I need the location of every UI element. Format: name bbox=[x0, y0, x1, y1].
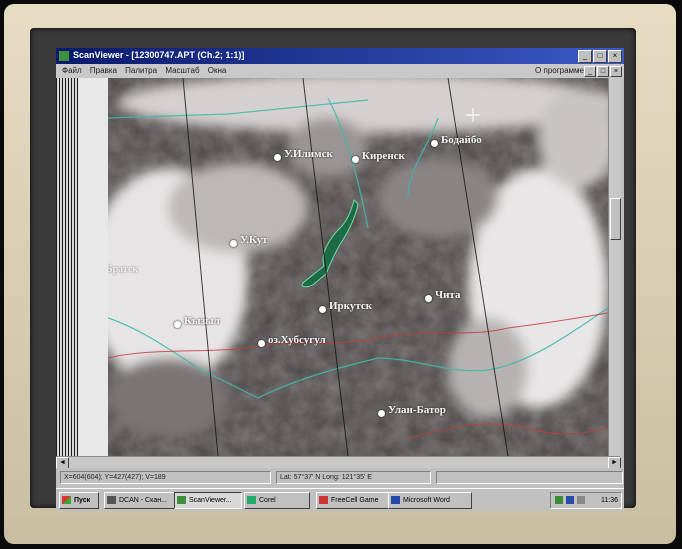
scan-line-strip bbox=[56, 78, 78, 458]
language-icon[interactable] bbox=[566, 496, 574, 504]
taskbar-item-freecell[interactable]: FreeCell Game bbox=[316, 492, 390, 509]
city-dot-bodaibo bbox=[431, 140, 438, 147]
vertical-scroll-thumb[interactable] bbox=[610, 198, 621, 240]
vertical-scrollbar[interactable] bbox=[608, 78, 621, 456]
taskbar-label: ScanViewer... bbox=[189, 497, 232, 504]
city-dot-chita bbox=[425, 295, 432, 302]
mdi-controls: _ □ × bbox=[584, 66, 622, 77]
menu-zoom[interactable]: Масштаб bbox=[165, 64, 199, 78]
city-dot-ulaanbaatar bbox=[378, 410, 385, 417]
screen: ScanViewer - [12300747.APT (Ch.2; 1:1)] … bbox=[56, 48, 624, 511]
taskbar-item-corel[interactable]: Corel bbox=[244, 492, 310, 509]
taskbar-label: Corel bbox=[259, 497, 276, 504]
city-label-chita: Чита bbox=[435, 289, 461, 301]
city-label-ust-ilimsk: У.Илимск bbox=[284, 148, 333, 160]
city-label-kyzyl: Кызыл bbox=[184, 315, 220, 327]
city-label-bodaibo: Бодайбо bbox=[441, 134, 482, 146]
city-label-bratsk: Братск bbox=[108, 264, 139, 275]
scanviewer-app-icon bbox=[177, 496, 186, 504]
windows-logo-icon bbox=[62, 496, 71, 504]
city-label-khubsugul: оз.Хубсугул bbox=[268, 334, 326, 346]
satellite-image-svg bbox=[108, 78, 608, 456]
status-bar: X=604(604); Y=427(427); V=189 Lat: 57°37… bbox=[56, 468, 624, 486]
taskbar-item-word[interactable]: Microsoft Word bbox=[388, 492, 472, 509]
satellite-image[interactable]: У.Илимск Киренск Бодайбо У.Кут Кызыл Ирк… bbox=[108, 78, 608, 456]
mdi-minimize-button[interactable]: _ bbox=[584, 66, 596, 77]
menu-bar: Файл Правка Палитра Масштаб Окна О прогр… bbox=[56, 64, 624, 78]
status-pixel-readout: X=604(604); Y=427(427); V=189 bbox=[60, 471, 271, 484]
menu-file[interactable]: Файл bbox=[62, 64, 82, 78]
horizontal-scrollbar[interactable]: ◄ ► bbox=[56, 456, 621, 469]
city-dot-kirensk bbox=[352, 156, 359, 163]
taskbar-label: Microsoft Word bbox=[403, 497, 450, 504]
status-empty-pane bbox=[436, 471, 623, 484]
app-icon bbox=[59, 51, 69, 61]
clock: 11:36 bbox=[601, 497, 618, 504]
city-label-kirensk: Киренск bbox=[362, 150, 405, 162]
menu-about[interactable]: О программе bbox=[535, 64, 584, 78]
taskbar-item-dcan[interactable]: DCAN - Скан... bbox=[104, 492, 176, 509]
mdi-close-button[interactable]: × bbox=[610, 66, 622, 77]
menu-palette[interactable]: Палитра bbox=[125, 64, 157, 78]
word-app-icon bbox=[391, 496, 400, 504]
window-controls: _ □ × bbox=[578, 50, 622, 63]
title-bar[interactable]: ScanViewer - [12300747.APT (Ch.2; 1:1)] … bbox=[56, 48, 624, 64]
freecell-app-icon bbox=[319, 496, 328, 504]
taskbar: Пуск DCAN - Скан... ScanViewer... Corel … bbox=[56, 488, 624, 511]
side-ruler bbox=[78, 78, 108, 458]
start-button[interactable]: Пуск bbox=[59, 492, 99, 509]
city-dot-ust-kut bbox=[230, 240, 237, 247]
taskbar-label: DCAN - Скан... bbox=[119, 497, 167, 504]
menu-windows[interactable]: Окна bbox=[208, 64, 227, 78]
city-label-ust-kut: У.Кут bbox=[240, 234, 268, 246]
system-tray: 11:36 bbox=[550, 492, 622, 509]
network-icon[interactable] bbox=[555, 496, 563, 504]
status-coordinates: Lat: 57°37' N Long: 121°35' E bbox=[276, 471, 431, 484]
taskbar-label: FreeCell Game bbox=[331, 497, 379, 504]
close-button[interactable]: × bbox=[608, 50, 622, 63]
window-title: ScanViewer - [12300747.APT (Ch.2; 1:1)] bbox=[73, 50, 245, 60]
minimize-button[interactable]: _ bbox=[578, 50, 592, 63]
city-label-ulaanbaatar: Улан-Батор bbox=[388, 404, 446, 416]
mdi-restore-button[interactable]: □ bbox=[597, 66, 609, 77]
dcan-app-icon bbox=[107, 496, 116, 504]
volume-icon[interactable] bbox=[577, 496, 585, 504]
maximize-button[interactable]: □ bbox=[593, 50, 607, 63]
city-dot-ust-ilimsk bbox=[274, 154, 281, 161]
city-dot-kyzyl bbox=[174, 321, 181, 328]
city-label-irkutsk: Иркутск bbox=[329, 300, 373, 312]
corel-app-icon bbox=[247, 496, 256, 504]
menu-edit[interactable]: Правка bbox=[90, 64, 117, 78]
city-dot-khubsugul bbox=[258, 340, 265, 347]
taskbar-item-scanviewer[interactable]: ScanViewer... bbox=[174, 492, 242, 509]
start-label: Пуск bbox=[74, 497, 91, 504]
city-dot-irkutsk bbox=[319, 306, 326, 313]
